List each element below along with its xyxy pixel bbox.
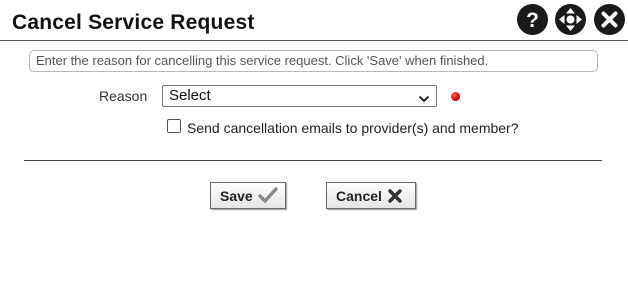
- dialog-title-bar: Cancel Service Request ?: [0, 0, 628, 41]
- x-icon: [388, 188, 402, 203]
- cancel-button-label: Cancel: [336, 187, 382, 204]
- save-button[interactable]: Save: [210, 182, 286, 209]
- send-emails-checkbox[interactable]: [167, 119, 181, 133]
- help-icon[interactable]: ?: [517, 4, 548, 35]
- required-indicator-icon: [451, 92, 460, 101]
- move-icon[interactable]: [555, 4, 586, 35]
- dialog-title: Cancel Service Request: [12, 11, 255, 34]
- reason-select[interactable]: Select: [162, 85, 437, 107]
- cancel-button[interactable]: Cancel: [326, 182, 416, 209]
- cancel-service-request-dialog: Cancel Service Request ? Enter the reaso…: [0, 0, 628, 299]
- save-button-label: Save: [220, 187, 253, 204]
- divider: [24, 160, 602, 161]
- chevron-down-icon: [418, 91, 430, 108]
- instruction-hint: Enter the reason for cancelling this ser…: [29, 50, 598, 72]
- reason-select-value: Select: [169, 87, 211, 104]
- checkmark-icon: [257, 187, 278, 203]
- reason-label: Reason: [99, 88, 148, 104]
- close-icon[interactable]: [594, 4, 625, 35]
- svg-text:?: ?: [526, 9, 539, 32]
- send-emails-label[interactable]: Send cancellation emails to provider(s) …: [187, 120, 519, 136]
